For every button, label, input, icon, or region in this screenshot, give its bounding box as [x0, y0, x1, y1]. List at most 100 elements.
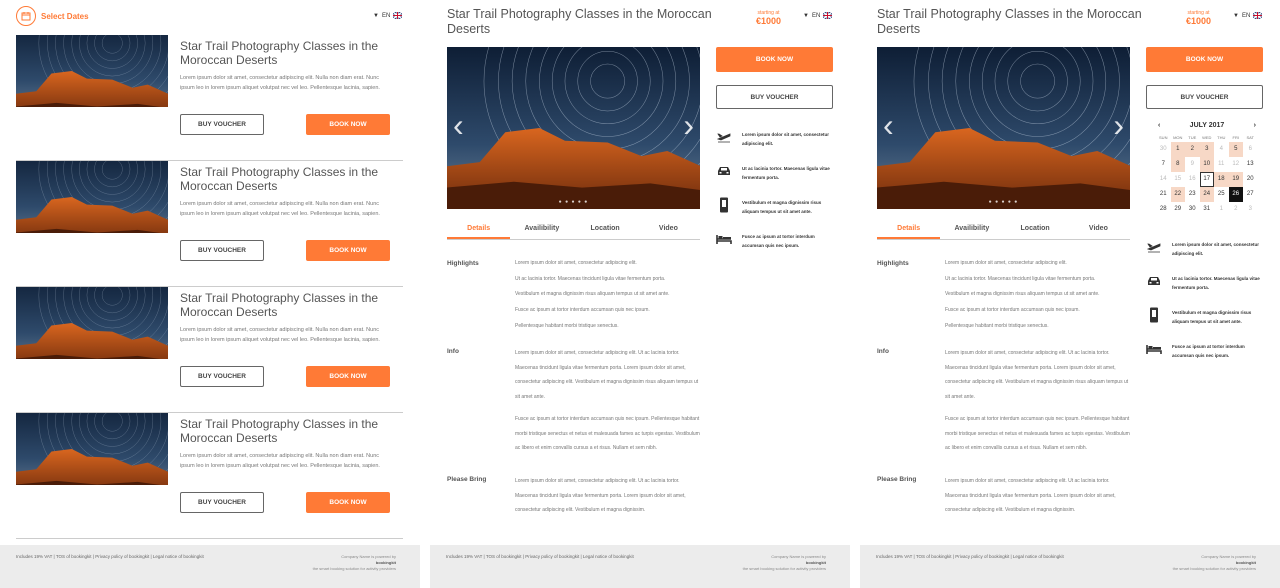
chevron-left-icon[interactable]: ‹	[1158, 122, 1160, 129]
language-selector[interactable]: ▼ EN	[803, 12, 833, 19]
calendar-day-selected[interactable]: 26	[1228, 187, 1243, 202]
prev-arrow-icon[interactable]: ‹	[453, 107, 464, 144]
activity-image[interactable]	[16, 35, 168, 107]
tab-location[interactable]: Location	[574, 220, 637, 239]
buy-voucher-button[interactable]: BUY VOUCHER	[180, 240, 264, 261]
buy-voucher-button[interactable]: BUY VOUCHER	[716, 85, 833, 109]
section-label: Info	[447, 348, 459, 355]
prev-arrow-icon[interactable]: ‹	[883, 107, 894, 144]
feature-text: Fusce ac ipsum at tortor interdum accums…	[742, 234, 815, 248]
activity-title[interactable]: Star Trail Photography Classes in the Mo…	[180, 417, 395, 445]
calendar-day-today[interactable]: 17	[1199, 172, 1214, 187]
language-code: EN	[811, 12, 821, 19]
feature-item: Vestibulum et magna dignissim risus aliq…	[716, 197, 834, 216]
caret-down-icon: ▼	[373, 12, 379, 19]
feature-item: Lorem ipsum dolor sit amet, consectetur …	[1146, 240, 1264, 258]
feature-item: Vestibulum et magna dignissim risus aliq…	[1146, 307, 1264, 326]
calendar-day[interactable]: 28	[1156, 202, 1171, 217]
tab-details[interactable]: Details	[877, 220, 941, 239]
tab-availability[interactable]: Availibility	[510, 220, 573, 239]
book-now-button[interactable]: BOOK NOW	[306, 366, 390, 387]
next-arrow-icon[interactable]: ›	[683, 107, 694, 144]
tab-video[interactable]: Video	[1067, 220, 1130, 239]
calendar-day[interactable]: 21	[1156, 187, 1171, 202]
tab-bar: Details Availibility Location Video	[877, 220, 1130, 240]
weekday-label: SAT	[1246, 135, 1254, 140]
buy-voucher-button[interactable]: BUY VOUCHER	[1146, 85, 1263, 109]
calendar-day[interactable]: 5	[1228, 142, 1243, 157]
book-now-button[interactable]: BOOK NOW	[716, 47, 833, 72]
calendar-day[interactable]: 30	[1185, 202, 1200, 217]
language-selector[interactable]: ▼ EN	[1233, 12, 1263, 19]
buy-voucher-button[interactable]: BUY VOUCHER	[180, 366, 264, 387]
calendar-day: 2	[1234, 206, 1238, 212]
calendar-day[interactable]: 25	[1214, 187, 1229, 202]
calendar-day[interactable]: 2	[1185, 142, 1200, 157]
tab-availability[interactable]: Availibility	[940, 220, 1003, 239]
calendar-day[interactable]: 22	[1170, 187, 1185, 202]
calendar-day[interactable]: 7	[1156, 157, 1171, 172]
image-carousel[interactable]: ‹ › ● ● ● ● ●	[877, 47, 1130, 209]
calendar-day: 4	[1219, 146, 1223, 152]
activity-image[interactable]	[16, 413, 168, 485]
footer: Includes 19% VAT | TOS of bookingkit | P…	[0, 545, 420, 588]
caret-down-icon: ▼	[803, 12, 809, 19]
list-item: Star Trail Photography Classes in the Mo…	[16, 413, 403, 539]
footer-links[interactable]: Includes 19% VAT | TOS of bookingkit | P…	[876, 554, 1064, 559]
carousel-dots[interactable]: ● ● ● ● ●	[447, 199, 700, 205]
chevron-right-icon[interactable]: ›	[1254, 122, 1256, 129]
book-now-button[interactable]: BOOK NOW	[306, 114, 390, 135]
list-item: Star Trail Photography Classes in the Mo…	[16, 287, 403, 413]
footer-links[interactable]: Includes 19% VAT | TOS of bookingkit | P…	[16, 554, 204, 559]
highlight-line: Ut ac lacinia tortor. Maecenas tincidunt…	[515, 275, 666, 282]
calendar-day[interactable]: 27	[1243, 187, 1258, 202]
footer-links[interactable]: Includes 19% VAT | TOS of bookingkit | P…	[446, 554, 634, 559]
buy-voucher-button[interactable]: BUY VOUCHER	[180, 492, 264, 513]
calendar-day[interactable]: 19	[1228, 172, 1243, 187]
price-box: starting at €1000	[1186, 10, 1211, 26]
book-now-button[interactable]: BOOK NOW	[306, 240, 390, 261]
activity-title[interactable]: Star Trail Photography Classes in the Mo…	[180, 39, 395, 67]
tab-bar: Details Availibility Location Video	[447, 220, 700, 240]
book-now-button[interactable]: BOOK NOW	[306, 492, 390, 513]
activity-image[interactable]	[16, 161, 168, 233]
car-icon	[716, 164, 732, 178]
book-now-button[interactable]: BOOK NOW	[1146, 47, 1263, 72]
image-carousel[interactable]: ‹ › ● ● ● ● ●	[447, 47, 700, 209]
feature-text: Lorem ipsum dolor sit amet, consectetur …	[742, 132, 830, 146]
carousel-dots[interactable]: ● ● ● ● ●	[877, 199, 1130, 205]
powered-by: Company Name is powered by bookingkit th…	[1166, 554, 1256, 572]
highlight-line: Fusce ac ipsum at tortor interdum accums…	[515, 307, 650, 314]
next-arrow-icon[interactable]: ›	[1113, 107, 1124, 144]
language-selector[interactable]: ▼ EN	[373, 12, 403, 19]
footer: Includes 19% VAT | TOS of bookingkit | P…	[430, 545, 850, 588]
buy-voucher-button[interactable]: BUY VOUCHER	[180, 114, 264, 135]
calendar-day[interactable]: 8	[1170, 157, 1185, 172]
select-dates-button[interactable]: Select Dates	[16, 6, 89, 26]
calendar-day[interactable]: 13	[1243, 157, 1258, 172]
powered-by: Company Name is powered by bookingkit th…	[306, 554, 396, 572]
weekday-label: WED	[1202, 135, 1212, 140]
activity-title[interactable]: Star Trail Photography Classes in the Mo…	[180, 291, 395, 319]
tab-details[interactable]: Details	[447, 220, 511, 239]
brand-tagline: the smart booking solution for activity …	[1172, 566, 1256, 571]
calendar-day: 6	[1248, 146, 1252, 152]
highlight-line: Pellentesque habitant morbi tristique se…	[515, 322, 619, 329]
caret-down-icon: ▼	[1233, 12, 1239, 19]
calendar-day[interactable]: 20	[1243, 172, 1258, 187]
calendar-day: 14	[1159, 176, 1167, 182]
highlight-line: Vestibulum et magna dignissim risus aliq…	[945, 291, 1100, 298]
calendar-day[interactable]: 23	[1185, 187, 1200, 202]
calendar-day[interactable]: 31	[1200, 202, 1215, 217]
tab-video[interactable]: Video	[637, 220, 700, 239]
calendar-day[interactable]: 24	[1199, 187, 1214, 202]
tab-location[interactable]: Location	[1004, 220, 1067, 239]
highlights-text: Lorem ipsum dolor sit amet, consectetur …	[515, 258, 700, 332]
calendar-day[interactable]: 29	[1171, 202, 1186, 217]
calendar-day[interactable]: 10	[1199, 157, 1214, 172]
activity-image[interactable]	[16, 287, 168, 359]
calendar-day[interactable]: 18	[1214, 172, 1229, 187]
calendar-day[interactable]: 1	[1170, 142, 1185, 157]
activity-title[interactable]: Star Trail Photography Classes in the Mo…	[180, 165, 395, 193]
calendar-day[interactable]: 3	[1199, 142, 1214, 157]
